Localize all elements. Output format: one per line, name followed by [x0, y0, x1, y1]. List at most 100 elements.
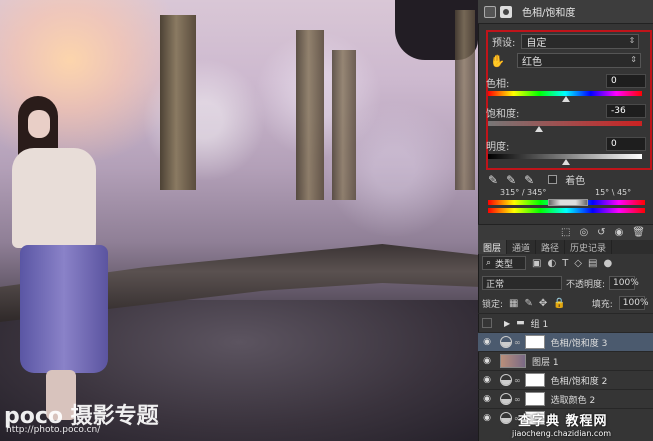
- watermark-left-url: http://photo.poco.cn/: [6, 425, 101, 435]
- tree-trunk: [160, 15, 196, 190]
- lock-row: 锁定: ▦ ✎ ✥ 🔒 填充: 100%: [482, 296, 649, 310]
- blend-mode-select[interactable]: 正常: [482, 276, 562, 290]
- tree-trunk: [455, 10, 475, 190]
- filter-kind-select[interactable]: ⌕ 类型: [482, 256, 526, 270]
- filter-shape-icon[interactable]: ◇: [574, 258, 582, 269]
- tab-channels[interactable]: 通道: [507, 240, 537, 254]
- layer-mask-thumbnail[interactable]: [524, 373, 545, 387]
- lightness-label: 明度:: [486, 142, 510, 153]
- lock-image-icon[interactable]: ✎: [525, 298, 533, 309]
- preset-select[interactable]: 自定 ⇕: [521, 34, 640, 49]
- layer-row[interactable]: ◉ ∞ 色相/饱和度 2: [478, 370, 653, 389]
- lock-label: 锁定:: [482, 299, 504, 310]
- opacity-label: 不透明度:: [566, 279, 606, 290]
- saturation-slider-thumb[interactable]: [535, 126, 543, 132]
- eyedropper-icon[interactable]: ✎: [488, 173, 498, 187]
- range-slider[interactable]: [548, 199, 588, 206]
- channel-select[interactable]: 红色 ⇕: [516, 53, 641, 68]
- updown-arrow-icon: ⇕: [630, 55, 637, 64]
- expand-arrow-icon[interactable]: ▶: [504, 319, 510, 328]
- mask-icon[interactable]: [500, 5, 512, 18]
- lock-transparent-icon[interactable]: ▦: [509, 298, 518, 309]
- layer-name: 图层 1: [532, 357, 559, 368]
- properties-toolbar: ⬚ ◎ ↺ ◉ 🗑: [478, 224, 653, 240]
- folder-icon: ▬: [516, 318, 525, 328]
- channel-row: ✋ 红色 ⇕: [490, 53, 646, 68]
- woman-blouse: [12, 148, 96, 248]
- eyedropper-subtract-icon[interactable]: ✎: [524, 173, 534, 187]
- filter-adjustment-icon[interactable]: ◐: [547, 258, 556, 269]
- eyedropper-add-icon[interactable]: ✎: [506, 173, 516, 187]
- layer-name: 选取颜色 2: [550, 395, 596, 406]
- adjustment-layer-icon: [500, 412, 512, 424]
- range-right: 15° \ 45°: [595, 188, 632, 197]
- lock-all-icon[interactable]: 🔒: [553, 298, 565, 309]
- clip-to-layer-icon[interactable]: ⬚: [561, 227, 570, 238]
- visibility-toggle-empty[interactable]: [482, 318, 492, 328]
- trash-icon[interactable]: 🗑: [632, 227, 645, 238]
- woman-face: [28, 110, 50, 138]
- preset-label: 预设:: [492, 38, 516, 49]
- visibility-icon[interactable]: ◉: [615, 227, 624, 238]
- saturation-input[interactable]: -36: [606, 104, 646, 118]
- filter-pixel-icon[interactable]: ▣: [532, 258, 541, 269]
- layer-row[interactable]: ◉ ∞ 选取颜色 2: [478, 389, 653, 408]
- filter-smart-icon[interactable]: ▤: [588, 258, 597, 269]
- layer-row[interactable]: ▶ ▬ 组 1: [478, 313, 653, 332]
- eye-icon[interactable]: ◉: [480, 337, 494, 347]
- preset-value: 自定: [526, 38, 547, 49]
- fill-value: 100%: [622, 298, 649, 308]
- color-spectrum-bar-bottom: [488, 208, 645, 213]
- hue-label: 色相:: [486, 79, 510, 90]
- layer-name: 色相/饱和度 3: [550, 338, 608, 349]
- saturation-value: -36: [611, 106, 626, 116]
- opacity-input[interactable]: 100%: [609, 276, 639, 290]
- filter-toggle-icon[interactable]: ●: [603, 258, 612, 269]
- layer-mask-thumbnail[interactable]: [524, 392, 545, 406]
- eyedropper-tools: ✎ ✎ ✎ 着色: [488, 172, 586, 188]
- updown-arrow-icon: ⇕: [628, 36, 636, 45]
- layers-tabs: 图层 通道 路径 历史记录: [478, 240, 653, 254]
- hue-input[interactable]: 0: [606, 74, 646, 88]
- tab-paths[interactable]: 路径: [536, 240, 566, 254]
- preset-row: 预设: 自定 ⇕: [492, 34, 646, 49]
- layer-name: 组 1: [530, 319, 549, 330]
- fill-input[interactable]: 100%: [618, 296, 649, 310]
- opacity-value: 100%: [613, 278, 639, 288]
- document-canvas[interactable]: poco 摄影专题 http://photo.poco.cn/: [0, 0, 478, 441]
- saturation-slider-track[interactable]: [488, 121, 642, 126]
- lightness-slider-thumb[interactable]: [562, 159, 570, 165]
- layer-row[interactable]: ◉ 图层 1: [478, 351, 653, 370]
- eye-icon[interactable]: ◉: [480, 356, 494, 366]
- lock-position-icon[interactable]: ✥: [539, 298, 547, 309]
- hand-tool-icon[interactable]: ✋: [490, 54, 505, 68]
- eye-icon[interactable]: ◉: [480, 394, 494, 404]
- view-previous-icon[interactable]: ◎: [579, 227, 588, 238]
- properties-header: 色相/饱和度: [478, 0, 653, 24]
- colorize-label: 着色: [565, 176, 586, 187]
- saturation-label: 饱和度:: [486, 109, 520, 120]
- channel-value: 红色: [521, 57, 542, 68]
- fill-label: 填充:: [591, 299, 613, 310]
- blend-row: 正常 不透明度: 100%: [482, 276, 639, 290]
- reset-icon[interactable]: ↺: [597, 227, 605, 238]
- adjustment-layer-icon: [500, 374, 512, 386]
- lightness-input[interactable]: 0: [606, 137, 646, 151]
- tab-history[interactable]: 历史记录: [565, 240, 613, 254]
- eye-icon[interactable]: ◉: [480, 375, 494, 385]
- watermark-right-url: jiaocheng.chazidian.com: [512, 429, 612, 438]
- tab-layers[interactable]: 图层: [478, 240, 508, 254]
- hue-slider-thumb[interactable]: [562, 96, 570, 102]
- hue-value: 0: [611, 76, 617, 86]
- filter-type-icon[interactable]: T: [562, 258, 568, 269]
- adjustment-icon[interactable]: [484, 5, 496, 18]
- link-icon: ∞: [514, 337, 521, 347]
- adjustment-layer-icon: [500, 336, 512, 348]
- layer-row-selected[interactable]: ◉ ∞ 色相/饱和度 3: [478, 332, 653, 351]
- eye-icon[interactable]: ◉: [480, 413, 494, 423]
- layer-thumbnail[interactable]: [500, 354, 526, 368]
- filter-kind-value: 类型: [495, 259, 514, 270]
- colorize-checkbox[interactable]: [548, 175, 558, 184]
- layer-mask-thumbnail[interactable]: [524, 335, 545, 349]
- watermark-right-title: 查字典 教程网: [518, 414, 608, 429]
